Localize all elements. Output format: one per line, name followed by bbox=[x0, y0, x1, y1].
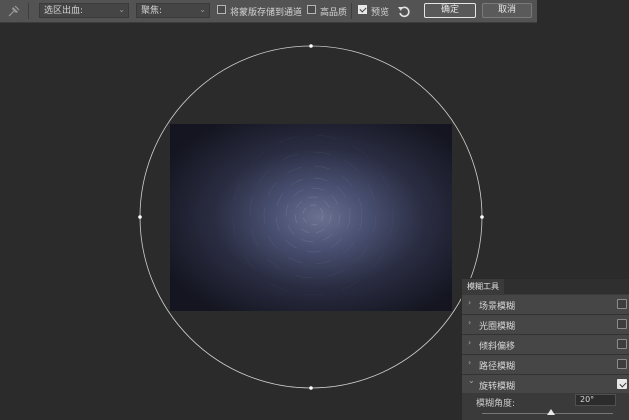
path-blur-checkbox[interactable] bbox=[617, 359, 627, 369]
chevron-right-icon[interactable]: › bbox=[468, 298, 471, 307]
iris-blur-label: 光圈模糊 bbox=[479, 322, 516, 332]
spin-blur-checkbox[interactable] bbox=[617, 379, 627, 389]
top-handle bbox=[309, 44, 313, 48]
list-item-tilt-shift[interactable]: › 倾斜偏移 bbox=[462, 335, 629, 355]
list-item-spin-blur[interactable]: ⌄ 旋转模糊 bbox=[462, 375, 629, 395]
field-blur-label: 场景模糊 bbox=[479, 302, 516, 312]
chevron-right-icon[interactable]: › bbox=[468, 358, 471, 367]
bottom-handle bbox=[309, 386, 313, 390]
blur-angle-label: 模糊角度: bbox=[476, 399, 516, 409]
slider-thumb[interactable] bbox=[547, 409, 556, 415]
photo-image bbox=[170, 124, 452, 311]
panel-header: 模糊工具 bbox=[462, 279, 629, 294]
iris-blur-checkbox[interactable] bbox=[617, 319, 627, 329]
tilt-shift-label: 倾斜偏移 bbox=[479, 342, 516, 352]
blur-angle-input[interactable]: 20° bbox=[575, 394, 616, 406]
list-item-path-blur[interactable]: › 路径模糊 bbox=[462, 355, 629, 375]
field-blur-checkbox[interactable] bbox=[617, 299, 627, 309]
list-item-field-blur[interactable]: › 场景模糊 bbox=[462, 295, 629, 315]
tilt-shift-checkbox[interactable] bbox=[617, 339, 627, 349]
path-blur-label: 路径模糊 bbox=[479, 362, 516, 372]
blur-tools-panel: 模糊工具 › 场景模糊 › 光圈模糊 › 倾斜偏移 › 路径模糊 ⌄ 旋转模糊 … bbox=[461, 278, 629, 420]
chevron-down-icon[interactable]: ⌄ bbox=[468, 376, 475, 385]
right-handle bbox=[480, 215, 484, 219]
spin-blur-settings: 模糊角度: 20° bbox=[462, 393, 629, 420]
chevron-right-icon[interactable]: › bbox=[468, 338, 471, 347]
spin-blur-label: 旋转模糊 bbox=[479, 382, 516, 392]
tab-blur-tools[interactable]: 模糊工具 bbox=[462, 279, 504, 294]
list-item-iris-blur[interactable]: › 光圈模糊 bbox=[462, 315, 629, 335]
chevron-right-icon[interactable]: › bbox=[468, 318, 471, 327]
left-handle bbox=[138, 215, 142, 219]
